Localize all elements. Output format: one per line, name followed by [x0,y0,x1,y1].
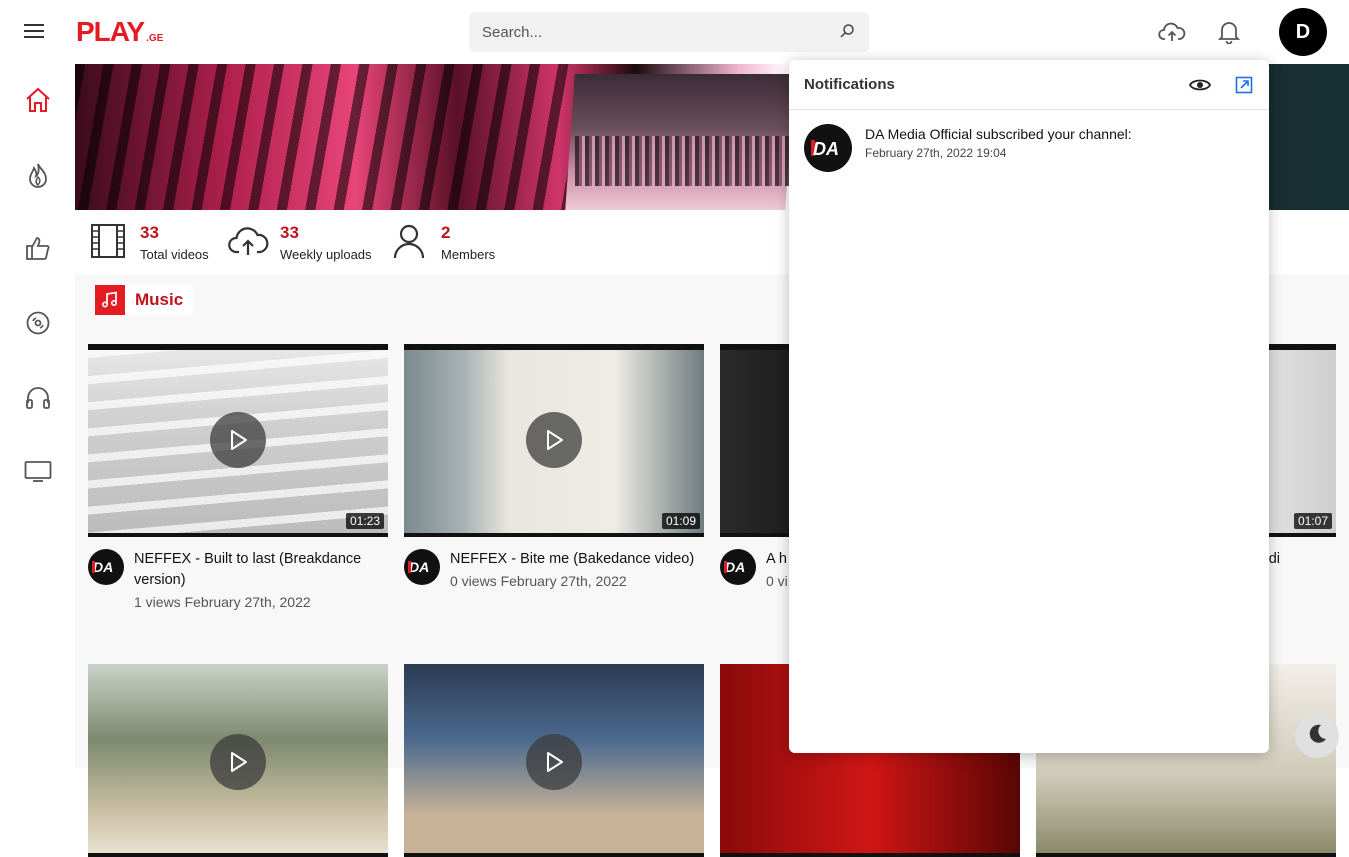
eye-icon[interactable] [1188,76,1212,99]
video-title[interactable]: A h [766,549,788,570]
channel-avatar[interactable]: DA [404,549,440,585]
notification-message: DA Media Official subscribed your channe… [865,126,1132,142]
video-meta: 1 views February 27th, 2022 [134,594,311,610]
bell-icon[interactable] [1217,20,1241,49]
thumbs-up-icon[interactable] [24,234,52,262]
category-heading[interactable]: Music [95,284,194,316]
sidebar [0,64,75,768]
notification-avatar[interactable]: DA [804,124,852,172]
video-card[interactable]: 01:09 DA NEFFEX - Bite me (Bakedance vid… [404,344,704,592]
menu-icon[interactable] [24,20,50,44]
play-icon[interactable] [210,734,266,790]
video-meta: 0 vi [766,573,788,589]
search-input[interactable] [469,23,809,41]
video-title[interactable]: NEFFEX - Bite me (Bakedance video) [450,549,694,570]
upload-cloud-icon [227,222,269,265]
video-card[interactable]: 01:23 DA NEFFEX - Built to last (Breakda… [88,344,388,613]
logo-text: PLAY [76,16,145,47]
external-link-icon[interactable] [1235,76,1253,99]
notification-avatar-text: DA [813,139,839,159]
video-meta: 0 views February 27th, 2022 [450,573,627,589]
search-bar [469,12,869,52]
channel-avatar[interactable]: DA [720,549,756,585]
banner-crowd-image [575,136,789,186]
channel-avatar-text: DA [725,559,745,575]
logo-suffix: .GE [146,33,164,44]
search-icon[interactable] [839,23,855,44]
site-logo[interactable]: PLAY .GE [76,16,163,48]
channel-avatar-text: DA [409,559,429,575]
video-title[interactable]: NEFFEX - Built to last (Breakdance versi… [134,549,388,591]
user-icon [391,222,427,265]
video-card[interactable] [404,664,704,857]
headphones-icon[interactable] [24,383,52,411]
channel-avatar[interactable]: DA [88,549,124,585]
banner-pattern [75,64,575,210]
video-thumbnail[interactable]: 01:23 [88,344,388,537]
category-label: Music [135,290,184,309]
members-label: Members [441,247,496,262]
moon-icon [1305,722,1329,751]
video-duration: 01:07 [1293,513,1332,529]
notification-time: February 27th, 2022 19:04 [865,146,1007,160]
play-icon[interactable] [526,412,582,468]
play-icon[interactable] [210,412,266,468]
stat-members: 2 Members [391,222,495,266]
notifications-panel: Notifications DA DA Media Official subsc… [789,60,1269,753]
fire-icon[interactable] [24,161,52,189]
notification-item[interactable]: DA DA Media Official subscribed your cha… [804,124,1132,172]
notifications-title: Notifications [804,76,895,93]
dark-mode-toggle[interactable] [1295,714,1339,758]
video-thumbnail[interactable] [88,664,388,857]
music-note-icon [95,285,125,315]
tv-icon[interactable] [24,457,52,485]
channel-avatar-text: DA [93,559,113,575]
total-videos-count: 33 [140,223,159,242]
user-avatar[interactable]: D [1279,8,1327,56]
video-thumbnail[interactable]: 01:09 [404,344,704,537]
notifications-header: Notifications [789,60,1269,110]
top-bar: PLAY .GE D [0,0,1349,64]
disc-icon[interactable] [24,309,52,337]
total-videos-label: Total videos [140,247,209,262]
video-card[interactable] [88,664,388,857]
video-thumbnail[interactable] [404,664,704,857]
film-icon [89,222,127,265]
stat-weekly-uploads: 33 Weekly uploads [227,222,372,266]
play-icon[interactable] [526,734,582,790]
weekly-uploads-label: Weekly uploads [280,247,372,262]
video-duration: 01:23 [345,513,384,529]
video-duration: 01:09 [661,513,700,529]
upload-cloud-icon[interactable] [1158,20,1186,49]
stat-total-videos: 33 Total videos [89,222,209,266]
members-count: 2 [441,223,451,242]
home-icon[interactable] [24,86,52,114]
weekly-uploads-count: 33 [280,223,299,242]
